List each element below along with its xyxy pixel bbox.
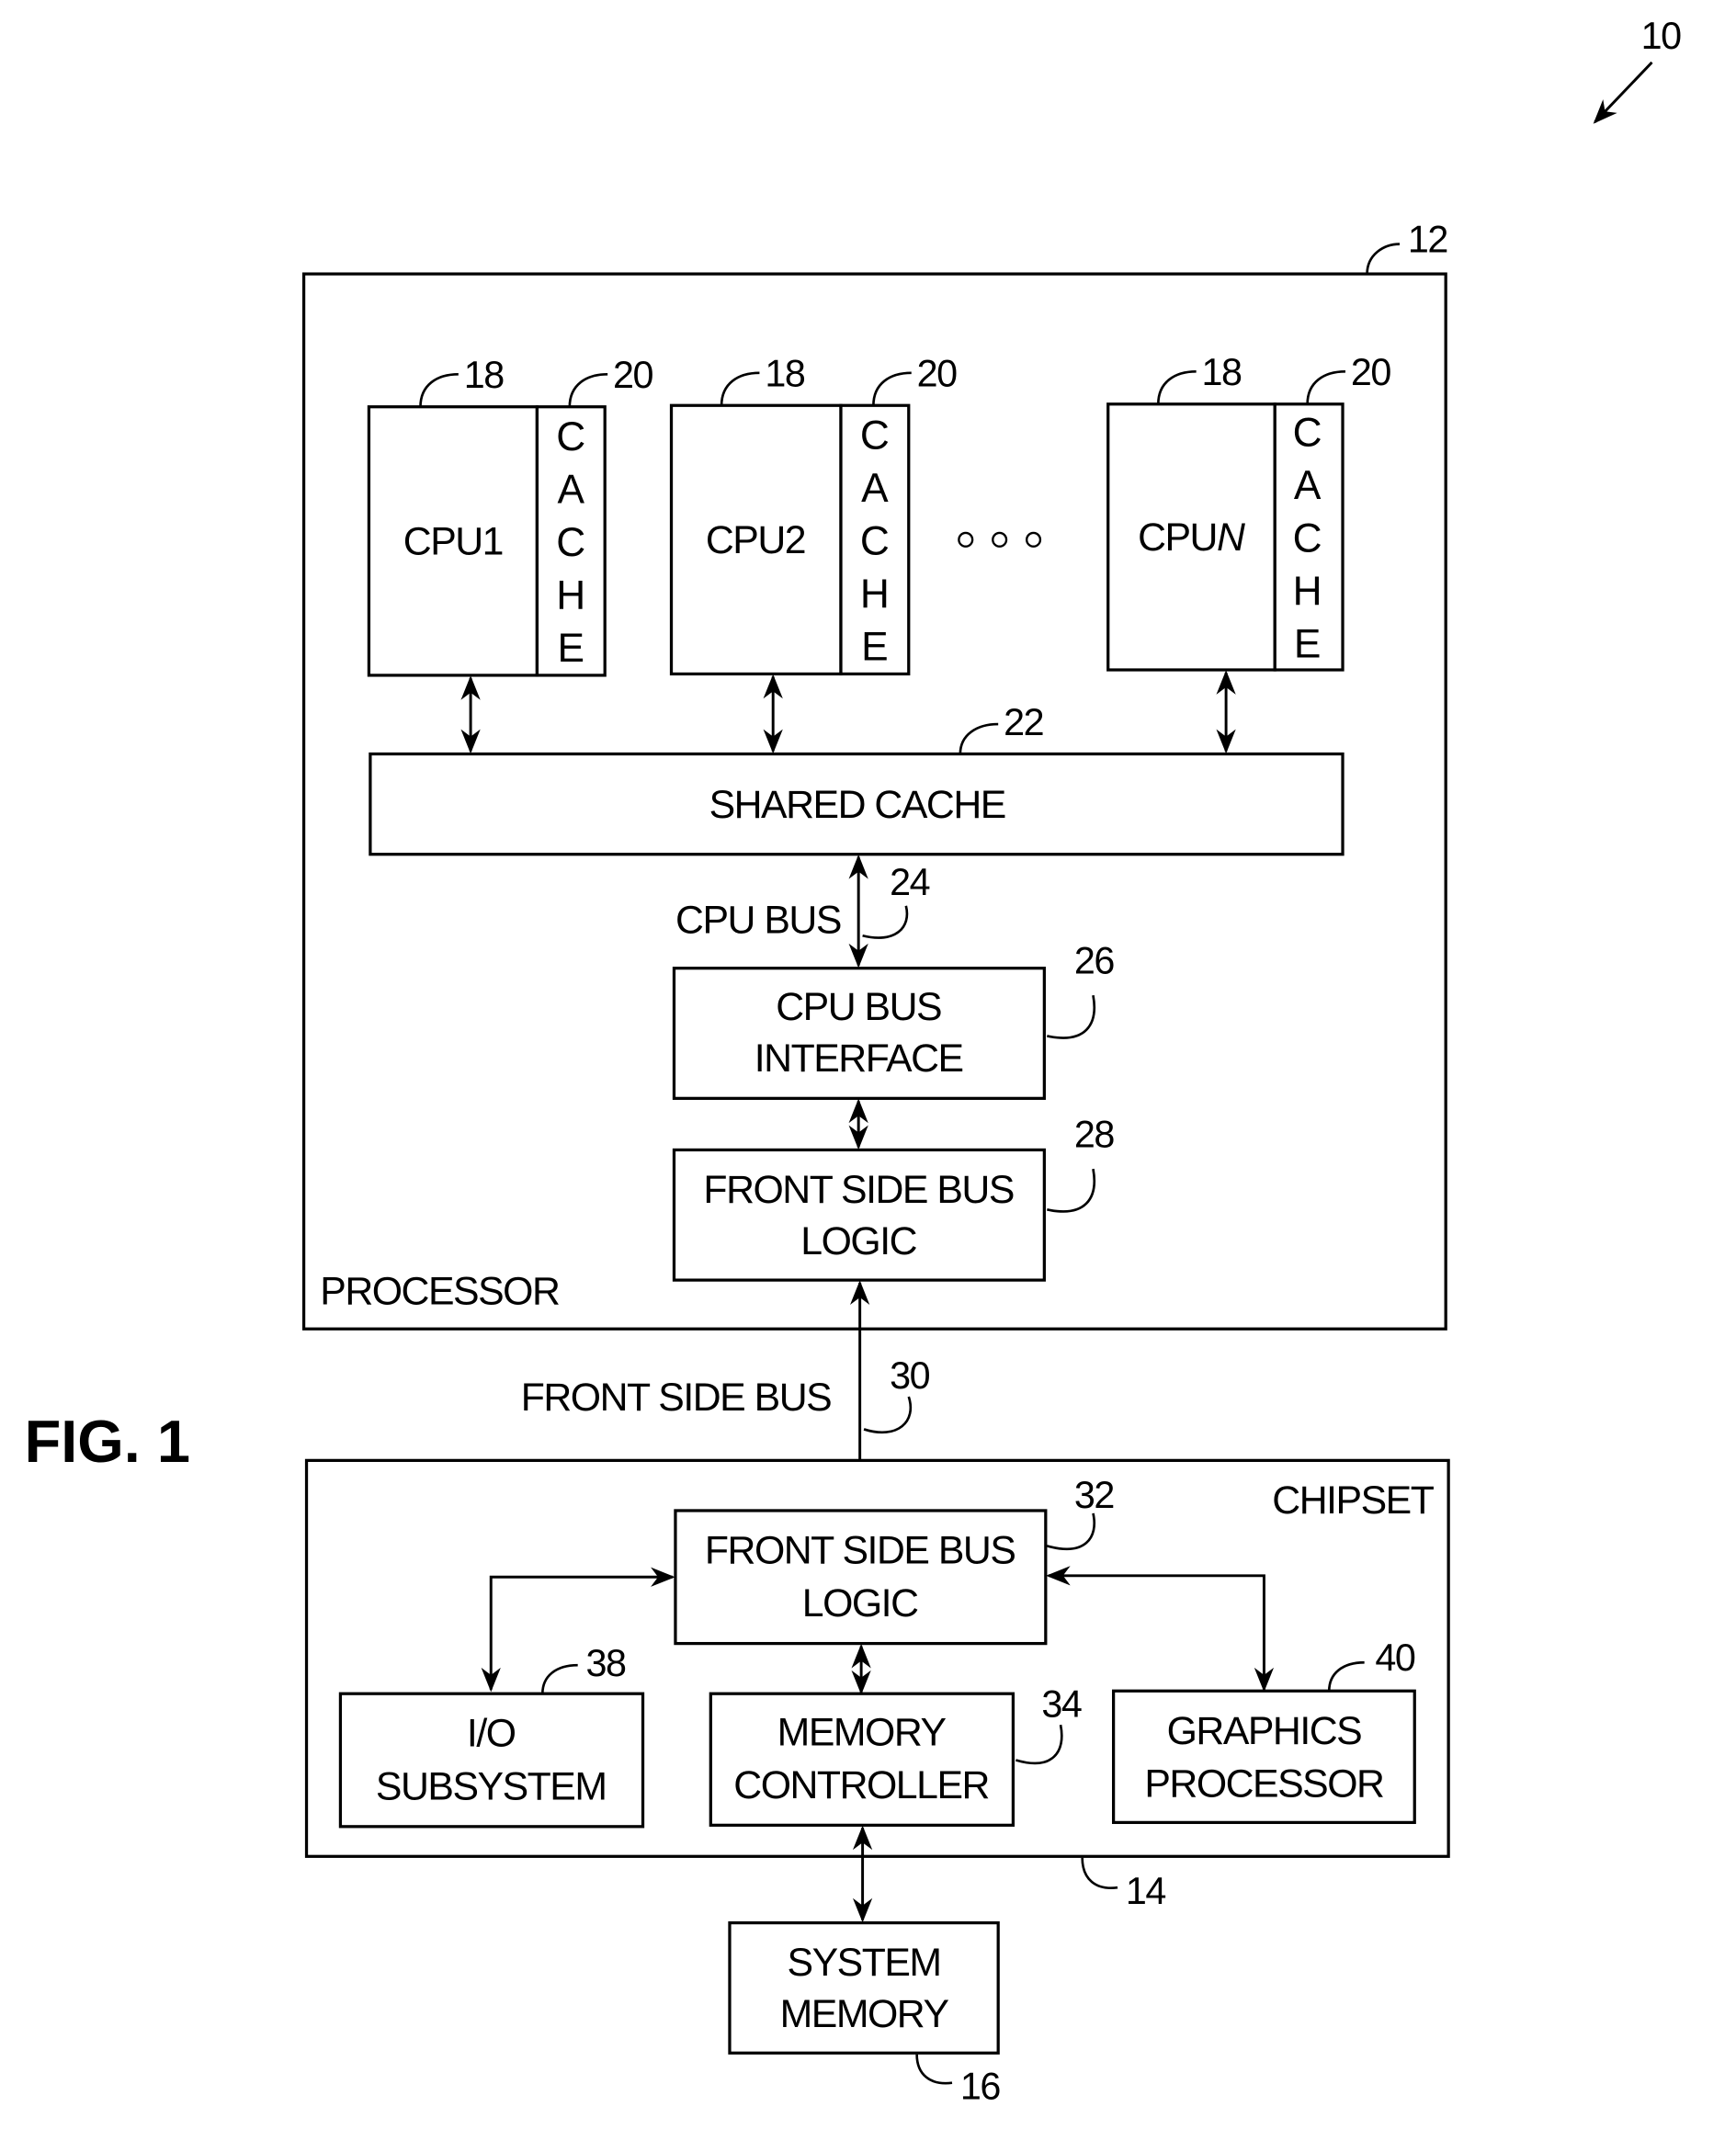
io-subsystem-label-line2: SUBSYSTEM — [376, 1764, 607, 1808]
svg-text:H: H — [860, 572, 890, 617]
system-memory-label-line2: MEMORY — [780, 1992, 949, 2036]
chipset-fsb-logic-label-line2: LOGIC — [802, 1581, 918, 1625]
svg-text:C: C — [1293, 411, 1322, 456]
shared-cache-label: SHARED CACHE — [709, 783, 1005, 827]
cpu2-label: CPU2 — [706, 518, 805, 562]
cpu1-label: CPU1 — [403, 520, 503, 564]
cpu1-cache-label: C A C H E — [556, 414, 585, 671]
svg-text:A: A — [558, 468, 585, 513]
ref-cpun: 18 — [1202, 351, 1242, 393]
graphics-processor-label-line1: GRAPHICS — [1167, 1709, 1362, 1753]
ref-system-memory: 16 — [960, 2065, 1001, 2107]
block-diagram: 10 FIG. 1 12 PROCESSOR CPU1 C A C H E 18… — [25, 15, 1683, 2107]
ref-cpu-bus-interface: 26 — [1074, 940, 1115, 982]
ref-system: 10 — [1641, 15, 1682, 57]
processor-label: PROCESSOR — [320, 1270, 559, 1314]
ref-shared-cache: 22 — [1004, 701, 1043, 743]
cpun-label: CPUN — [1138, 515, 1245, 560]
processor-fsb-logic-label-line1: FRONT SIDE BUS — [703, 1168, 1014, 1212]
ref-cpun-cache: 20 — [1351, 351, 1391, 393]
ref-cpu1-cache: 20 — [613, 354, 653, 396]
svg-text:E: E — [1294, 622, 1322, 667]
system-memory-label-line1: SYSTEM — [788, 1941, 941, 1985]
cpu-bus-interface-label-line2: INTERFACE — [755, 1036, 963, 1081]
front-side-bus-label: FRONT SIDE BUS — [521, 1376, 832, 1420]
svg-text:C: C — [860, 519, 890, 564]
svg-text:E: E — [861, 625, 889, 670]
cpu-bus-interface-label-line1: CPU BUS — [776, 985, 941, 1029]
chipset-label: CHIPSET — [1272, 1478, 1434, 1523]
system-memory-block: SYSTEM MEMORY 16 — [728, 1920, 1002, 2107]
ref-cpu2-cache: 20 — [917, 353, 958, 395]
ref-cpu-bus: 24 — [890, 861, 930, 903]
ref-cpu1: 18 — [464, 354, 505, 396]
ref-front-side-bus: 30 — [890, 1354, 930, 1397]
memory-controller-label-line2: CONTROLLER — [733, 1763, 989, 1807]
system-pointer-arrow — [1593, 61, 1653, 124]
ref-processor-fsb-logic: 28 — [1074, 1113, 1115, 1155]
svg-text:H: H — [556, 573, 585, 618]
svg-text:C: C — [860, 413, 890, 458]
ref-io-subsystem: 38 — [586, 1642, 627, 1684]
io-subsystem-label-line1: I/O — [467, 1712, 516, 1756]
chipset-fsb-logic-label-line1: FRONT SIDE BUS — [705, 1529, 1016, 1573]
ref-cpu2: 18 — [765, 353, 805, 395]
cpun-cache-label: C A C H E — [1293, 411, 1322, 667]
ref-chipset: 14 — [1126, 1870, 1166, 1912]
memory-controller-label-line1: MEMORY — [777, 1710, 947, 1754]
svg-text:C: C — [556, 520, 585, 565]
ref-chipset-fsb-logic: 32 — [1074, 1474, 1114, 1516]
cpu2-cache-label: C A C H E — [860, 413, 890, 669]
svg-text:A: A — [861, 466, 889, 511]
processor-fsb-logic-label-line2: LOGIC — [800, 1219, 916, 1263]
svg-text:A: A — [1294, 463, 1322, 508]
cpu-bus-label: CPU BUS — [675, 898, 841, 942]
graphics-processor-label-line2: PROCESSOR — [1144, 1761, 1383, 1806]
svg-text:C: C — [1293, 516, 1322, 561]
ref-memory-controller: 34 — [1041, 1682, 1082, 1725]
ref-processor: 12 — [1408, 218, 1447, 260]
ref-graphics-processor: 40 — [1375, 1637, 1415, 1679]
svg-text:C: C — [556, 414, 585, 459]
figure-label: FIG. 1 — [25, 1408, 190, 1475]
ref-processor-leader — [1366, 243, 1401, 275]
svg-text:E: E — [558, 626, 585, 671]
svg-text:H: H — [1293, 569, 1322, 614]
